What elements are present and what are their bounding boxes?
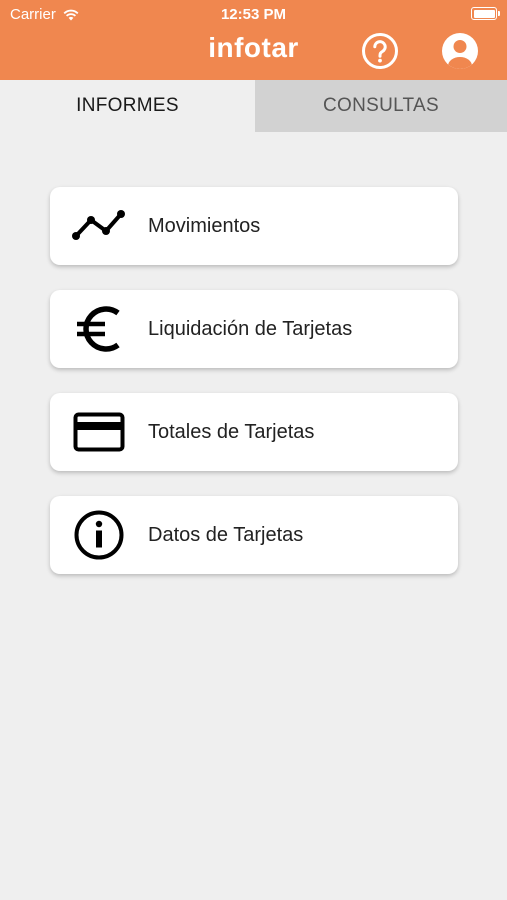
menu-item-label: Datos de Tarjetas (148, 523, 304, 546)
report-menu: Movimientos Liquidación de Tarjetas Tota… (50, 187, 458, 599)
status-bar: Carrier 12:53 PM (0, 0, 507, 28)
euro-icon (77, 306, 120, 352)
menu-item-label: Movimientos (148, 214, 261, 237)
help-button[interactable] (361, 32, 399, 70)
info-icon (74, 510, 124, 560)
user-circle-icon (442, 33, 478, 69)
tab-bar: INFORMES CONSULTAS (0, 80, 507, 132)
menu-item-movimientos[interactable]: Movimientos (50, 187, 458, 265)
line-chart-icon (72, 210, 125, 240)
menu-item-totales[interactable]: Totales de Tarjetas (50, 393, 458, 471)
battery-icon (471, 7, 500, 20)
profile-button[interactable] (441, 32, 479, 70)
app-header: Carrier 12:53 PM infotar (0, 0, 507, 80)
menu-item-datos[interactable]: Datos de Tarjetas (50, 496, 458, 574)
tab-consultas[interactable]: CONSULTAS (255, 80, 507, 132)
app-title: infotar (208, 32, 299, 63)
tab-informes[interactable]: INFORMES (0, 80, 255, 132)
question-circle-icon (362, 33, 398, 69)
credit-card-icon (73, 412, 125, 452)
menu-item-label: Liquidación de Tarjetas (148, 317, 353, 340)
menu-item-label: Totales de Tarjetas (148, 420, 315, 443)
menu-item-liquidacion[interactable]: Liquidación de Tarjetas (50, 290, 458, 368)
status-time: 12:53 PM (220, 6, 287, 23)
